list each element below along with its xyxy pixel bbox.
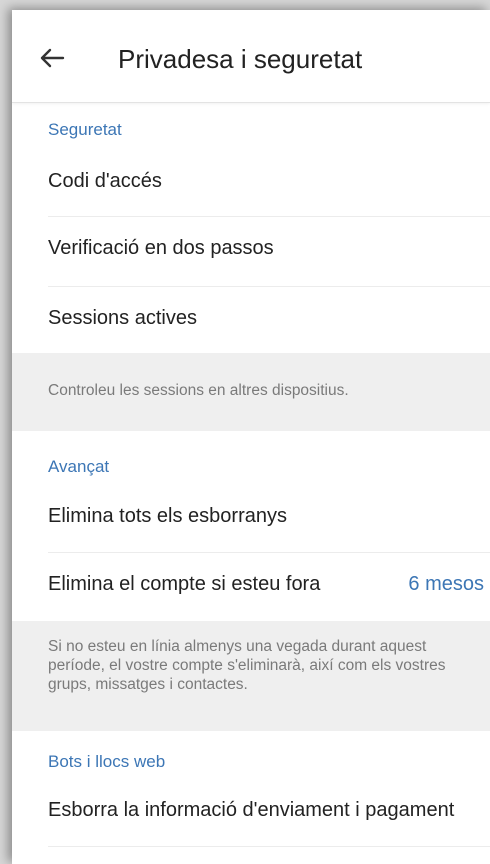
passcode-row[interactable]: Codi d'accés bbox=[12, 150, 490, 218]
device-frame: Privadesa i seguretat Seguretat Codi d'a… bbox=[0, 0, 490, 864]
clear-payment-shipping-info-row[interactable]: Esborra la informació d'enviament i paga… bbox=[12, 779, 490, 847]
account-deletion-info-text: Si no esteu en línia almenys una vegada … bbox=[48, 638, 446, 693]
settings-screen: Privadesa i seguretat Seguretat Codi d'a… bbox=[12, 10, 490, 864]
passcode-label: Codi d'accés bbox=[48, 170, 162, 192]
sessions-info-text: Controleu les sessions en altres disposi… bbox=[48, 382, 349, 399]
delete-account-if-away-row[interactable]: Elimina el compte si esteu fora 6 mesos bbox=[12, 553, 490, 621]
delete-drafts-label: Elimina tots els esborranys bbox=[48, 505, 287, 527]
section-title-security: Seguretat bbox=[48, 120, 122, 139]
account-deletion-info-block: Si no esteu en línia almenys una vegada … bbox=[12, 621, 490, 731]
section-title-advanced: Avançat bbox=[48, 457, 110, 476]
sessions-info-block: Controleu les sessions en altres disposi… bbox=[12, 353, 490, 431]
divider bbox=[48, 846, 490, 847]
clear-payment-shipping-info-label: Esborra la informació d'enviament i paga… bbox=[48, 799, 455, 821]
section-title-bots-websites: Bots i llocs web bbox=[48, 752, 166, 771]
two-step-verification-row[interactable]: Verificació en dos passos bbox=[12, 217, 490, 285]
delete-account-if-away-label: Elimina el compte si esteu fora bbox=[48, 573, 321, 595]
two-step-verification-label: Verificació en dos passos bbox=[48, 237, 274, 259]
delete-account-period-value: 6 mesos bbox=[408, 573, 484, 595]
back-button[interactable] bbox=[34, 40, 70, 76]
page-title: Privadesa i seguretat bbox=[118, 44, 363, 74]
app-header: Privadesa i seguretat bbox=[12, 10, 490, 103]
arrow-left-icon bbox=[40, 48, 65, 68]
active-sessions-row[interactable]: Sessions actives bbox=[12, 287, 490, 355]
delete-drafts-row[interactable]: Elimina tots els esborranys bbox=[12, 485, 490, 553]
active-sessions-label: Sessions actives bbox=[48, 307, 197, 329]
